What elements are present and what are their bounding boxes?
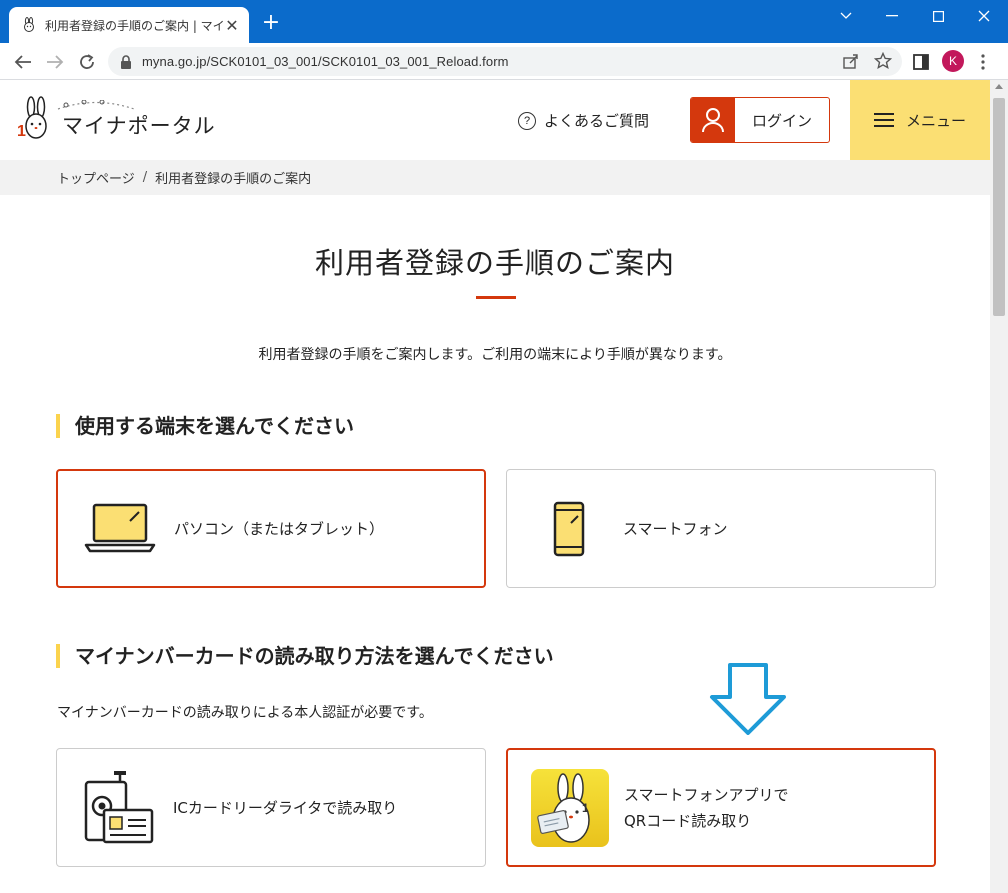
app-label-line1: スマートフォンアプリで [624, 785, 789, 804]
svg-text:1: 1 [582, 801, 589, 815]
close-window-button[interactable] [961, 0, 1007, 32]
smartphone-icon [529, 489, 609, 569]
forward-arrow-icon[interactable] [44, 51, 66, 73]
reading-note: マイナンバーカードの読み取りによる本人認証が必要です。 [57, 705, 433, 721]
url-text: myna.go.jp/SCK0101_03_001/SCK0101_03_001… [142, 54, 509, 69]
faq-link[interactable]: ? よくあるご質問 [518, 110, 649, 131]
profile-avatar[interactable]: K [942, 50, 964, 72]
svg-text:1: 1 [17, 123, 26, 140]
reading-option-smartphone-app-label: スマートフォンアプリで QRコード読み取り [624, 782, 789, 834]
tab-close-icon[interactable]: ✕ [223, 16, 241, 35]
page-scrollbar[interactable] [990, 80, 1008, 893]
maximize-button[interactable] [915, 0, 961, 32]
share-icon[interactable] [842, 52, 860, 70]
device-option-pc-label: パソコン（またはタブレット） [174, 519, 385, 538]
reading-option-ic-reader-label: ICカードリーダライタで読み取り [173, 798, 398, 817]
lock-icon [121, 54, 131, 69]
tab-search-chevron-icon[interactable] [823, 0, 869, 32]
laptop-icon [80, 489, 160, 569]
minimize-button[interactable] [869, 0, 915, 32]
breadcrumb: トップページ / 利用者登録の手順のご案内 [0, 160, 990, 195]
back-arrow-icon[interactable] [12, 51, 34, 73]
page-viewport: 1 マイナポータル ? よくあるご質問 ログイン メニュー トップページ / 利… [0, 80, 990, 893]
bookmark-star-icon[interactable] [874, 52, 892, 70]
site-header: 1 マイナポータル ? よくあるご質問 ログイン メニュー [0, 80, 990, 160]
reading-option-smartphone-app[interactable]: 1 スマートフォンアプリで QRコード読み取り [506, 748, 936, 867]
tab-title: 利用者登録の手順のご案内 | マイナポータル [45, 18, 223, 33]
scroll-thumb[interactable] [993, 98, 1005, 316]
browser-tab[interactable]: 利用者登録の手順のご案内 | マイナポータル ✕ [9, 7, 249, 43]
reading-option-ic-reader[interactable]: ICカードリーダライタで読み取り [56, 748, 486, 867]
browser-menu-icon[interactable] [972, 51, 994, 73]
site-logo[interactable]: 1 マイナポータル [16, 96, 216, 142]
reload-icon[interactable] [76, 51, 98, 73]
menu-button[interactable]: メニュー [850, 80, 990, 160]
device-option-smartphone[interactable]: スマートフォン [506, 469, 936, 588]
address-bar[interactable]: myna.go.jp/SCK0101_03_001/SCK0101_03_001… [108, 47, 902, 76]
menu-label: メニュー [905, 111, 966, 130]
logo-text: マイナポータル [62, 114, 216, 138]
device-option-smartphone-label: スマートフォン [623, 519, 728, 538]
lead-text: 利用者登録の手順をご案内します。ご利用の端末により手順が異なります。 [258, 347, 732, 363]
breadcrumb-home-link[interactable]: トップページ [57, 168, 135, 187]
breadcrumb-current: 利用者登録の手順のご案内 [155, 172, 312, 187]
section-reading-heading: マイナンバーカードの読み取り方法を選んでください [56, 644, 554, 668]
question-circle-icon: ? [518, 111, 536, 130]
logo-dotted-arc-icon [57, 100, 135, 110]
myna-rabbit-favicon-icon [24, 17, 34, 32]
breadcrumb-separator: / [142, 170, 148, 185]
section-device-heading: 使用する端末を選んでください [56, 414, 354, 438]
browser-toolbar: myna.go.jp/SCK0101_03_001/SCK0101_03_001… [0, 43, 1008, 80]
side-panel-icon[interactable] [910, 51, 932, 73]
myna-rabbit-logo-icon: 1 [17, 96, 47, 140]
app-label-line2: QRコード読み取り [624, 811, 752, 830]
device-option-pc[interactable]: パソコン（またはタブレット） [56, 469, 486, 588]
ic-card-reader-icon [79, 768, 159, 848]
hamburger-icon [873, 113, 894, 127]
new-tab-button[interactable]: + [259, 12, 283, 36]
title-underline [476, 296, 516, 299]
myna-app-icon: 1 [530, 768, 610, 848]
scroll-up-arrow-icon[interactable] [995, 84, 1003, 89]
login-button[interactable]: ログイン [690, 97, 830, 143]
down-arrow-icon [710, 663, 786, 735]
faq-label: よくあるご質問 [544, 112, 650, 130]
browser-titlebar: 利用者登録の手順のご案内 | マイナポータル ✕ + [0, 0, 1008, 43]
login-label: ログイン [751, 111, 812, 130]
user-icon [691, 98, 735, 142]
page-title: 利用者登録の手順のご案内 [314, 246, 675, 280]
